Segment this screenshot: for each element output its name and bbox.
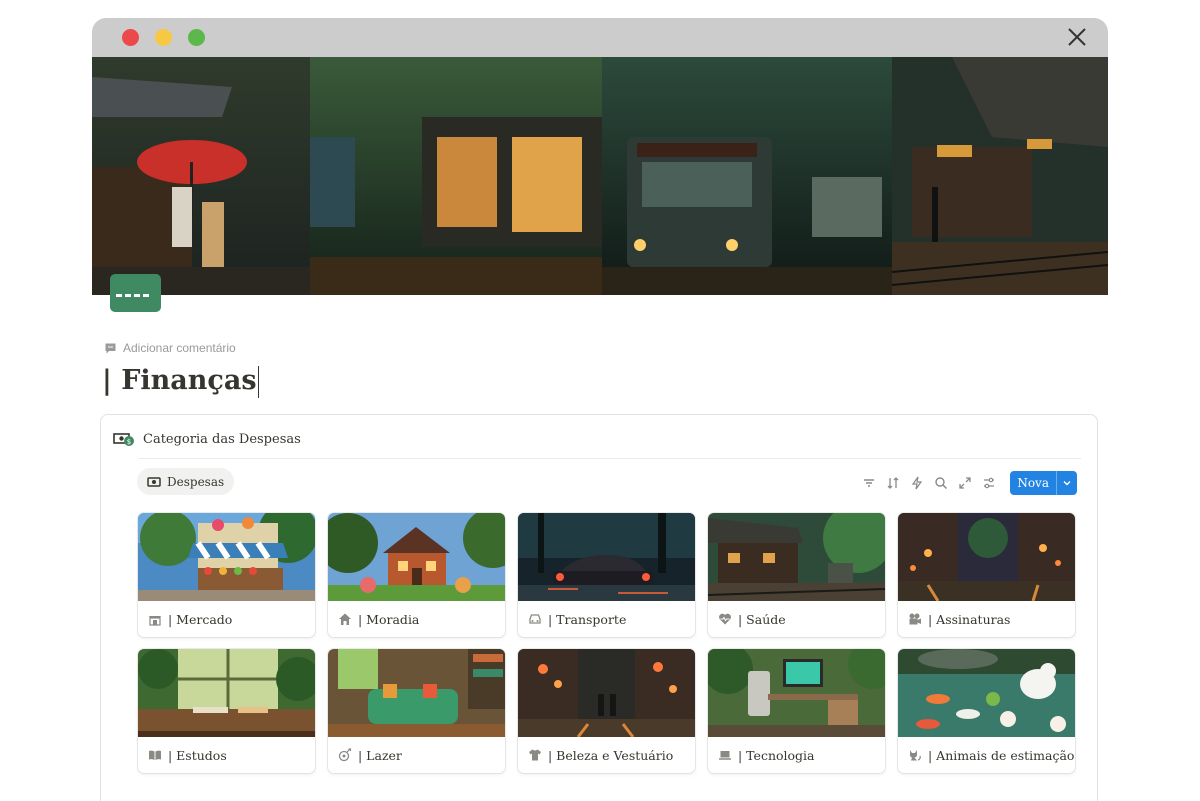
- card-cover-image: [898, 513, 1075, 601]
- gallery-card[interactable]: | Moradia: [328, 513, 505, 637]
- card-label-text: | Moradia: [358, 611, 420, 627]
- card-title: | Assinaturas: [898, 601, 1075, 637]
- expand-icon[interactable]: [956, 474, 974, 492]
- card-label-text: | Transporte: [548, 611, 627, 627]
- card-label-text: | Tecnologia: [738, 747, 815, 763]
- add-comment-button[interactable]: Adicionar comentário: [104, 340, 236, 356]
- minimize-window-button[interactable]: [155, 29, 172, 46]
- cat-icon: [908, 748, 922, 762]
- card-label-text: | Mercado: [168, 611, 233, 627]
- heart-pulse-icon: [718, 612, 732, 626]
- svg-text:$: $: [127, 438, 131, 446]
- gallery-card[interactable]: | Estudos: [138, 649, 315, 773]
- app-window: Adicionar comentário | Finanças $ Catego…: [92, 18, 1108, 801]
- card-cover-image: [898, 649, 1075, 737]
- camera-icon: [908, 612, 922, 626]
- card-label-text: | Animais de estimação: [928, 747, 1075, 763]
- money-icon: $: [113, 433, 134, 446]
- card-label-text: | Saúde: [738, 611, 786, 627]
- tab-despesas[interactable]: Despesas: [137, 468, 235, 495]
- card-title: | Moradia: [328, 601, 505, 637]
- new-button[interactable]: Nova: [1010, 471, 1077, 495]
- maximize-window-button[interactable]: [188, 29, 205, 46]
- gallery-grid: | Mercado | Moradia | Transporte | Saúde…: [138, 513, 1078, 773]
- home-icon: [338, 612, 352, 626]
- card-title: | Saúde: [708, 601, 885, 637]
- credit-card-icon[interactable]: [110, 274, 161, 312]
- card-title: | Beleza e Vestuário: [518, 737, 695, 773]
- market-icon: [148, 612, 162, 626]
- card-cover-image: [708, 513, 885, 601]
- card-title: | Tecnologia: [708, 737, 885, 773]
- search-icon[interactable]: [932, 474, 950, 492]
- database-view: $ Categoria das Despesas Despesas Nova |…: [100, 414, 1098, 801]
- card-title: | Mercado: [138, 601, 315, 637]
- card-title: | Transporte: [518, 601, 695, 637]
- tab-label: Despesas: [167, 474, 225, 489]
- card-title: | Lazer: [328, 737, 505, 773]
- cover-image[interactable]: [92, 57, 1108, 295]
- leisure-icon: [338, 748, 352, 762]
- close-window-button[interactable]: [122, 29, 139, 46]
- add-comment-label: Adicionar comentário: [123, 341, 236, 355]
- divider: [139, 458, 1081, 459]
- card-cover-image: [708, 649, 885, 737]
- card-title: | Animais de estimação: [898, 737, 1075, 773]
- card-label-text: | Estudos: [168, 747, 227, 763]
- money-icon: [147, 476, 161, 487]
- lightning-icon[interactable]: [908, 474, 926, 492]
- settings-icon[interactable]: [980, 474, 998, 492]
- gallery-card[interactable]: | Animais de estimação: [898, 649, 1075, 773]
- gallery-card[interactable]: | Tecnologia: [708, 649, 885, 773]
- new-button-label: Nova: [1017, 476, 1049, 490]
- text-caret: [257, 365, 259, 398]
- card-cover-image: [138, 649, 315, 737]
- gallery-card[interactable]: | Transporte: [518, 513, 695, 637]
- card-cover-image: [138, 513, 315, 601]
- car-icon: [528, 612, 542, 626]
- filter-icon[interactable]: [860, 474, 878, 492]
- laptop-icon: [718, 748, 732, 762]
- book-icon: [148, 748, 162, 762]
- title-bar: [92, 18, 1108, 57]
- database-toolbar: Nova: [860, 471, 1077, 495]
- card-label-text: | Beleza e Vestuário: [548, 747, 674, 763]
- card-cover-image: [518, 513, 695, 601]
- page-title[interactable]: | Finanças: [102, 362, 259, 400]
- gallery-card[interactable]: | Saúde: [708, 513, 885, 637]
- shirt-icon: [528, 748, 542, 762]
- database-title[interactable]: Categoria das Despesas: [143, 432, 301, 447]
- close-icon[interactable]: [1066, 26, 1088, 48]
- chevron-down-icon[interactable]: [1056, 471, 1077, 495]
- comment-icon: [105, 343, 116, 353]
- card-title: | Estudos: [138, 737, 315, 773]
- gallery-card[interactable]: | Beleza e Vestuário: [518, 649, 695, 773]
- gallery-card[interactable]: | Lazer: [328, 649, 505, 773]
- gallery-card[interactable]: | Mercado: [138, 513, 315, 637]
- gallery-card[interactable]: | Assinaturas: [898, 513, 1075, 637]
- card-label-text: | Assinaturas: [928, 611, 1011, 627]
- page-title-text: | Finanças: [102, 365, 257, 396]
- sort-icon[interactable]: [884, 474, 902, 492]
- card-cover-image: [328, 649, 505, 737]
- card-cover-image: [518, 649, 695, 737]
- card-cover-image: [328, 513, 505, 601]
- card-label-text: | Lazer: [358, 747, 402, 763]
- database-header: $ Categoria das Despesas: [113, 431, 301, 447]
